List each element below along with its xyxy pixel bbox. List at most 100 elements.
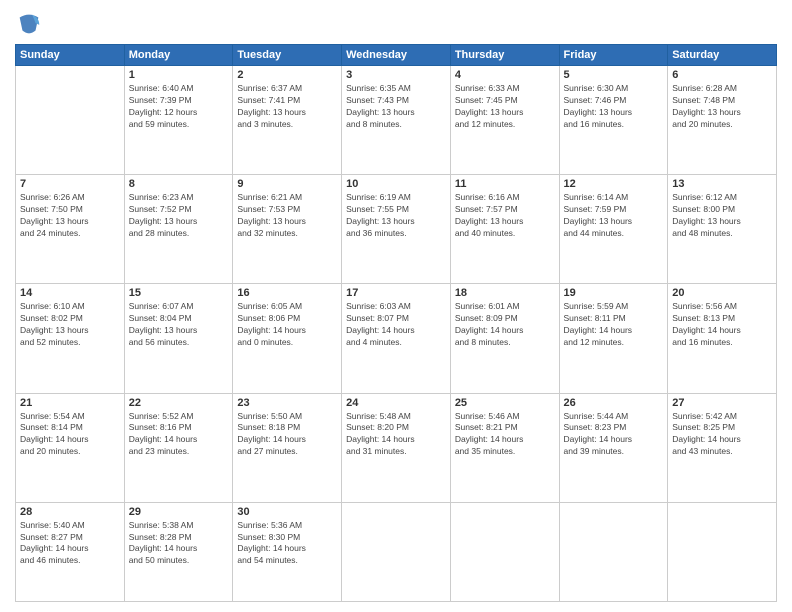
day-info: Sunrise: 5:44 AMSunset: 8:23 PMDaylight:… <box>564 411 664 459</box>
weekday-header-sunday: Sunday <box>16 45 125 66</box>
calendar-cell: 19Sunrise: 5:59 AMSunset: 8:11 PMDayligh… <box>559 284 668 393</box>
day-info: Sunrise: 5:46 AMSunset: 8:21 PMDaylight:… <box>455 411 555 459</box>
day-info: Sunrise: 5:50 AMSunset: 8:18 PMDaylight:… <box>237 411 337 459</box>
calendar-week-row: 28 Sunrise: 5:40 AMSunset: 8:27 PMDayligh… <box>16 502 777 601</box>
day-info: Sunrise: 5:40 AMSunset: 8:27 PMDaylight:… <box>20 520 120 568</box>
day-info: Sunrise: 6:01 AMSunset: 8:09 PMDaylight:… <box>455 301 555 349</box>
logo-icon <box>15 10 43 38</box>
calendar-week-row: 21 Sunrise: 5:54 AMSunset: 8:14 PMDayligh… <box>16 393 777 502</box>
day-info: Sunrise: 6:19 AMSunset: 7:55 PMDaylight:… <box>346 192 446 240</box>
calendar-header-row: SundayMondayTuesdayWednesdayThursdayFrid… <box>16 45 777 66</box>
calendar-cell: 3 Sunrise: 6:35 AMSunset: 7:43 PMDaylight… <box>342 66 451 175</box>
calendar-cell: 4Sunrise: 6:33 AMSunset: 7:45 PMDaylight… <box>450 66 559 175</box>
day-number: 25 <box>455 397 555 409</box>
calendar-cell: 12 Sunrise: 6:14 AMSunset: 7:59 PMDayligh… <box>559 175 668 284</box>
day-number: 7 <box>20 178 120 190</box>
calendar-cell: 28 Sunrise: 5:40 AMSunset: 8:27 PMDayligh… <box>16 502 125 601</box>
day-info: Sunrise: 6:07 AMSunset: 8:04 PMDaylight:… <box>129 301 229 349</box>
day-number: 11 <box>455 178 555 190</box>
day-number: 23 <box>237 397 337 409</box>
calendar-cell: 26 Sunrise: 5:44 AMSunset: 8:23 PMDayligh… <box>559 393 668 502</box>
weekday-header-saturday: Saturday <box>668 45 777 66</box>
day-number: 26 <box>564 397 664 409</box>
day-info: Sunrise: 6:23 AMSunset: 7:52 PMDaylight:… <box>129 192 229 240</box>
calendar-cell: 23 Sunrise: 5:50 AMSunset: 8:18 PMDayligh… <box>233 393 342 502</box>
calendar-week-row: 1Sunrise: 6:40 AMSunset: 7:39 PMDaylight… <box>16 66 777 175</box>
calendar-cell <box>668 502 777 601</box>
day-info: Sunrise: 6:03 AMSunset: 8:07 PMDaylight:… <box>346 301 446 349</box>
calendar-cell: 30 Sunrise: 5:36 AMSunset: 8:30 PMDayligh… <box>233 502 342 601</box>
day-info: Sunrise: 5:38 AMSunset: 8:28 PMDaylight:… <box>129 520 229 568</box>
calendar-cell: 15 Sunrise: 6:07 AMSunset: 8:04 PMDayligh… <box>124 284 233 393</box>
day-info: Sunrise: 5:48 AMSunset: 8:20 PMDaylight:… <box>346 411 446 459</box>
calendar-cell: 24 Sunrise: 5:48 AMSunset: 8:20 PMDayligh… <box>342 393 451 502</box>
day-number: 3 <box>346 69 446 81</box>
calendar-cell <box>342 502 451 601</box>
calendar-cell: 11 Sunrise: 6:16 AMSunset: 7:57 PMDayligh… <box>450 175 559 284</box>
day-number: 16 <box>237 287 337 299</box>
weekday-header-thursday: Thursday <box>450 45 559 66</box>
calendar-cell: 5 Sunrise: 6:30 AMSunset: 7:46 PMDaylight… <box>559 66 668 175</box>
calendar-week-row: 14 Sunrise: 6:10 AMSunset: 8:02 PMDayligh… <box>16 284 777 393</box>
weekday-header-friday: Friday <box>559 45 668 66</box>
day-number: 8 <box>129 178 229 190</box>
page: SundayMondayTuesdayWednesdayThursdayFrid… <box>0 0 792 612</box>
day-number: 12 <box>564 178 664 190</box>
day-number: 15 <box>129 287 229 299</box>
day-number: 10 <box>346 178 446 190</box>
day-number: 5 <box>564 69 664 81</box>
calendar-cell: 13Sunrise: 6:12 AMSunset: 8:00 PMDayligh… <box>668 175 777 284</box>
calendar-cell: 18 Sunrise: 6:01 AMSunset: 8:09 PMDayligh… <box>450 284 559 393</box>
calendar-cell: 10 Sunrise: 6:19 AMSunset: 7:55 PMDayligh… <box>342 175 451 284</box>
day-number: 29 <box>129 506 229 518</box>
calendar-cell: 17Sunrise: 6:03 AMSunset: 8:07 PMDayligh… <box>342 284 451 393</box>
day-number: 28 <box>20 506 120 518</box>
day-number: 30 <box>237 506 337 518</box>
calendar-cell: 14 Sunrise: 6:10 AMSunset: 8:02 PMDayligh… <box>16 284 125 393</box>
day-info: Sunrise: 6:33 AMSunset: 7:45 PMDaylight:… <box>455 83 555 131</box>
day-info: Sunrise: 6:14 AMSunset: 7:59 PMDaylight:… <box>564 192 664 240</box>
calendar-cell: 16 Sunrise: 6:05 AMSunset: 8:06 PMDayligh… <box>233 284 342 393</box>
calendar-cell: 2 Sunrise: 6:37 AMSunset: 7:41 PMDaylight… <box>233 66 342 175</box>
day-info: Sunrise: 5:42 AMSunset: 8:25 PMDaylight:… <box>672 411 772 459</box>
calendar-week-row: 7Sunrise: 6:26 AMSunset: 7:50 PMDaylight… <box>16 175 777 284</box>
weekday-header-monday: Monday <box>124 45 233 66</box>
calendar-cell: 22 Sunrise: 5:52 AMSunset: 8:16 PMDayligh… <box>124 393 233 502</box>
calendar-cell: 21 Sunrise: 5:54 AMSunset: 8:14 PMDayligh… <box>16 393 125 502</box>
calendar-cell <box>16 66 125 175</box>
calendar-cell: 29 Sunrise: 5:38 AMSunset: 8:28 PMDayligh… <box>124 502 233 601</box>
calendar-cell: 20 Sunrise: 5:56 AMSunset: 8:13 PMDayligh… <box>668 284 777 393</box>
calendar-cell: 8 Sunrise: 6:23 AMSunset: 7:52 PMDaylight… <box>124 175 233 284</box>
day-info: Sunrise: 5:54 AMSunset: 8:14 PMDaylight:… <box>20 411 120 459</box>
day-info: Sunrise: 5:56 AMSunset: 8:13 PMDaylight:… <box>672 301 772 349</box>
day-number: 13 <box>672 178 772 190</box>
calendar-cell: 27 Sunrise: 5:42 AMSunset: 8:25 PMDayligh… <box>668 393 777 502</box>
day-info: Sunrise: 6:37 AMSunset: 7:41 PMDaylight:… <box>237 83 337 131</box>
calendar-cell: 6Sunrise: 6:28 AMSunset: 7:48 PMDaylight… <box>668 66 777 175</box>
day-info: Sunrise: 5:36 AMSunset: 8:30 PMDaylight:… <box>237 520 337 568</box>
day-info: Sunrise: 6:35 AMSunset: 7:43 PMDaylight:… <box>346 83 446 131</box>
day-number: 22 <box>129 397 229 409</box>
day-number: 1 <box>129 69 229 81</box>
header <box>15 10 777 38</box>
day-number: 9 <box>237 178 337 190</box>
day-number: 24 <box>346 397 446 409</box>
day-info: Sunrise: 5:52 AMSunset: 8:16 PMDaylight:… <box>129 411 229 459</box>
day-number: 18 <box>455 287 555 299</box>
day-info: Sunrise: 6:05 AMSunset: 8:06 PMDaylight:… <box>237 301 337 349</box>
day-number: 6 <box>672 69 772 81</box>
calendar-cell: 25 Sunrise: 5:46 AMSunset: 8:21 PMDayligh… <box>450 393 559 502</box>
day-number: 27 <box>672 397 772 409</box>
calendar-cell <box>450 502 559 601</box>
weekday-header-tuesday: Tuesday <box>233 45 342 66</box>
day-number: 21 <box>20 397 120 409</box>
day-number: 20 <box>672 287 772 299</box>
day-info: Sunrise: 6:30 AMSunset: 7:46 PMDaylight:… <box>564 83 664 131</box>
logo <box>15 10 47 38</box>
day-info: Sunrise: 6:16 AMSunset: 7:57 PMDaylight:… <box>455 192 555 240</box>
day-info: Sunrise: 6:10 AMSunset: 8:02 PMDaylight:… <box>20 301 120 349</box>
day-number: 14 <box>20 287 120 299</box>
weekday-header-wednesday: Wednesday <box>342 45 451 66</box>
day-number: 19 <box>564 287 664 299</box>
day-number: 2 <box>237 69 337 81</box>
